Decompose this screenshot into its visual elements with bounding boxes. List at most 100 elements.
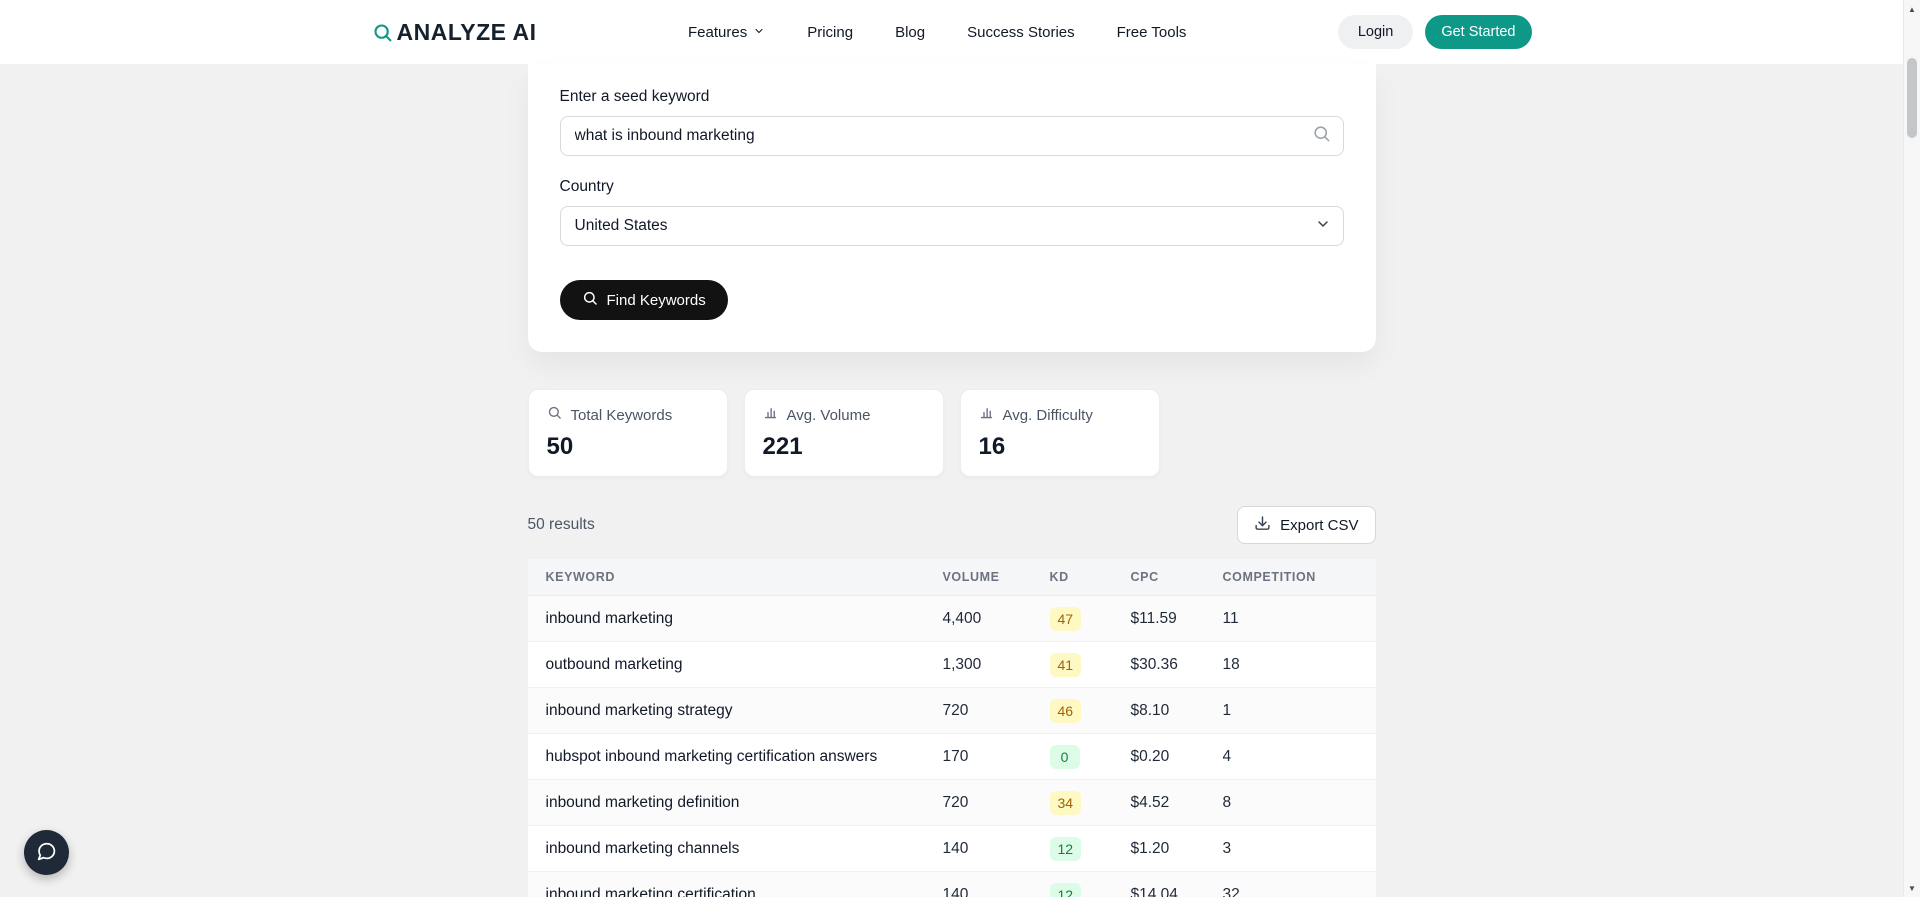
table-row[interactable]: inbound marketing channels 140 12 $1.20 … (528, 826, 1376, 872)
seed-keyword-label: Enter a seed keyword (560, 88, 1344, 106)
keyword-search-card: Enter a seed keyword Country United Stat… (528, 64, 1376, 352)
search-icon (1312, 124, 1331, 148)
get-started-button[interactable]: Get Started (1425, 15, 1531, 49)
stat-head: Avg. Volume (763, 405, 925, 425)
stat-label: Avg. Volume (787, 407, 871, 424)
results-count: 50 results (528, 516, 595, 534)
country-select[interactable]: United States (560, 206, 1344, 246)
seed-keyword-input[interactable] (560, 116, 1344, 156)
table-row[interactable]: inbound marketing strategy 720 46 $8.10 … (528, 688, 1376, 734)
cpc-cell: $11.59 (1131, 610, 1223, 628)
kd-cell: 0 (1050, 745, 1131, 769)
stat-card: Avg. Difficulty 16 (960, 389, 1160, 477)
scrollbar-up-arrow[interactable]: ▲ (1904, 0, 1920, 18)
competition-cell: 32 (1223, 886, 1358, 897)
competition-cell: 11 (1223, 610, 1358, 628)
kd-cell: 41 (1050, 653, 1131, 677)
stat-label: Total Keywords (571, 407, 673, 424)
column-header-volume: Volume (943, 570, 1050, 584)
brand-text: ANALYZE AI (397, 19, 537, 46)
kd-cell: 34 (1050, 791, 1131, 815)
volume-cell: 140 (943, 840, 1050, 858)
nav-links: Features Pricing Blog Success Stories Fr… (688, 24, 1186, 41)
keyword-cell: hubspot inbound marketing certification … (546, 748, 943, 766)
kd-badge: 0 (1050, 745, 1080, 769)
nav-link-label: Features (688, 24, 747, 41)
cpc-cell: $14.04 (1131, 886, 1223, 897)
chat-bubble-icon (36, 841, 57, 865)
keyword-cell: inbound marketing strategy (546, 702, 943, 720)
scrollbar-thumb[interactable] (1907, 58, 1917, 138)
nav-link-success-stories[interactable]: Success Stories (967, 24, 1075, 41)
scrollbar-down-arrow[interactable]: ▼ (1904, 879, 1920, 897)
main-content: Enter a seed keyword Country United Stat… (528, 64, 1376, 897)
brand-magnifier-icon (372, 22, 393, 43)
search-icon (547, 405, 562, 425)
stat-head: Avg. Difficulty (979, 405, 1141, 425)
stat-value: 221 (763, 433, 925, 461)
kd-badge: 12 (1050, 883, 1082, 897)
stat-value: 16 (979, 433, 1141, 461)
kd-badge: 34 (1050, 791, 1082, 815)
kd-badge: 46 (1050, 699, 1082, 723)
column-header-competition: Competition (1223, 570, 1358, 584)
cpc-cell: $1.20 (1131, 840, 1223, 858)
keyword-cell: inbound marketing channels (546, 840, 943, 858)
results-bar: 50 results Export CSV (528, 506, 1376, 544)
competition-cell: 18 (1223, 656, 1358, 674)
nav-link-free-tools[interactable]: Free Tools (1117, 24, 1187, 41)
competition-cell: 8 (1223, 794, 1358, 812)
scrollbar[interactable]: ▲ ▼ (1903, 0, 1920, 897)
brand-logo[interactable]: ANALYZE AI (372, 19, 537, 46)
column-header-cpc: CPC (1131, 570, 1223, 584)
kd-badge: 12 (1050, 837, 1082, 861)
nav-link-pricing[interactable]: Pricing (807, 24, 853, 41)
cpc-cell: $30.36 (1131, 656, 1223, 674)
volume-cell: 140 (943, 886, 1050, 897)
export-csv-label: Export CSV (1280, 517, 1358, 534)
keyword-cell: inbound marketing certification (546, 886, 943, 897)
keywords-table: Keyword Volume KD CPC Competition inboun… (528, 559, 1376, 897)
find-keywords-label: Find Keywords (607, 292, 706, 309)
stat-head: Total Keywords (547, 405, 709, 425)
nav-link-features[interactable]: Features (688, 24, 765, 41)
nav-link-label: Success Stories (967, 24, 1075, 41)
login-button[interactable]: Login (1338, 15, 1413, 49)
stat-label: Avg. Difficulty (1003, 407, 1093, 424)
volume-cell: 4,400 (943, 610, 1050, 628)
kd-cell: 46 (1050, 699, 1131, 723)
table-row[interactable]: outbound marketing 1,300 41 $30.36 18 (528, 642, 1376, 688)
navbar-inner: ANALYZE AI Features Pricing Blog Success… (372, 0, 1532, 64)
keyword-cell: outbound marketing (546, 656, 943, 674)
cpc-cell: $0.20 (1131, 748, 1223, 766)
country-label: Country (560, 178, 1344, 196)
export-csv-button[interactable]: Export CSV (1237, 506, 1375, 544)
nav-link-label: Blog (895, 24, 925, 41)
table-row[interactable]: hubspot inbound marketing certification … (528, 734, 1376, 780)
nav-link-label: Free Tools (1117, 24, 1187, 41)
kd-cell: 12 (1050, 883, 1131, 897)
table-row[interactable]: inbound marketing certification 140 12 $… (528, 872, 1376, 897)
nav-link-label: Pricing (807, 24, 853, 41)
stat-card: Total Keywords 50 (528, 389, 728, 477)
competition-cell: 3 (1223, 840, 1358, 858)
table-row[interactable]: inbound marketing 4,400 47 $11.59 11 (528, 596, 1376, 642)
volume-cell: 170 (943, 748, 1050, 766)
kd-badge: 47 (1050, 607, 1082, 631)
stat-card: Avg. Volume 221 (744, 389, 944, 477)
find-keywords-button[interactable]: Find Keywords (560, 280, 728, 320)
table-body: inbound marketing 4,400 47 $11.59 11 out… (528, 596, 1376, 897)
nav-actions: Login Get Started (1338, 15, 1532, 49)
table-row[interactable]: inbound marketing definition 720 34 $4.5… (528, 780, 1376, 826)
stat-value: 50 (547, 433, 709, 461)
seed-keyword-input-wrap (560, 116, 1344, 156)
table-header-row: Keyword Volume KD CPC Competition (528, 559, 1376, 596)
volume-cell: 720 (943, 794, 1050, 812)
download-icon (1254, 515, 1271, 536)
chevron-down-icon (1315, 216, 1331, 237)
competition-cell: 1 (1223, 702, 1358, 720)
column-header-keyword: Keyword (546, 570, 943, 584)
chat-widget-button[interactable] (24, 830, 69, 875)
nav-link-blog[interactable]: Blog (895, 24, 925, 41)
column-header-kd: KD (1050, 570, 1131, 584)
